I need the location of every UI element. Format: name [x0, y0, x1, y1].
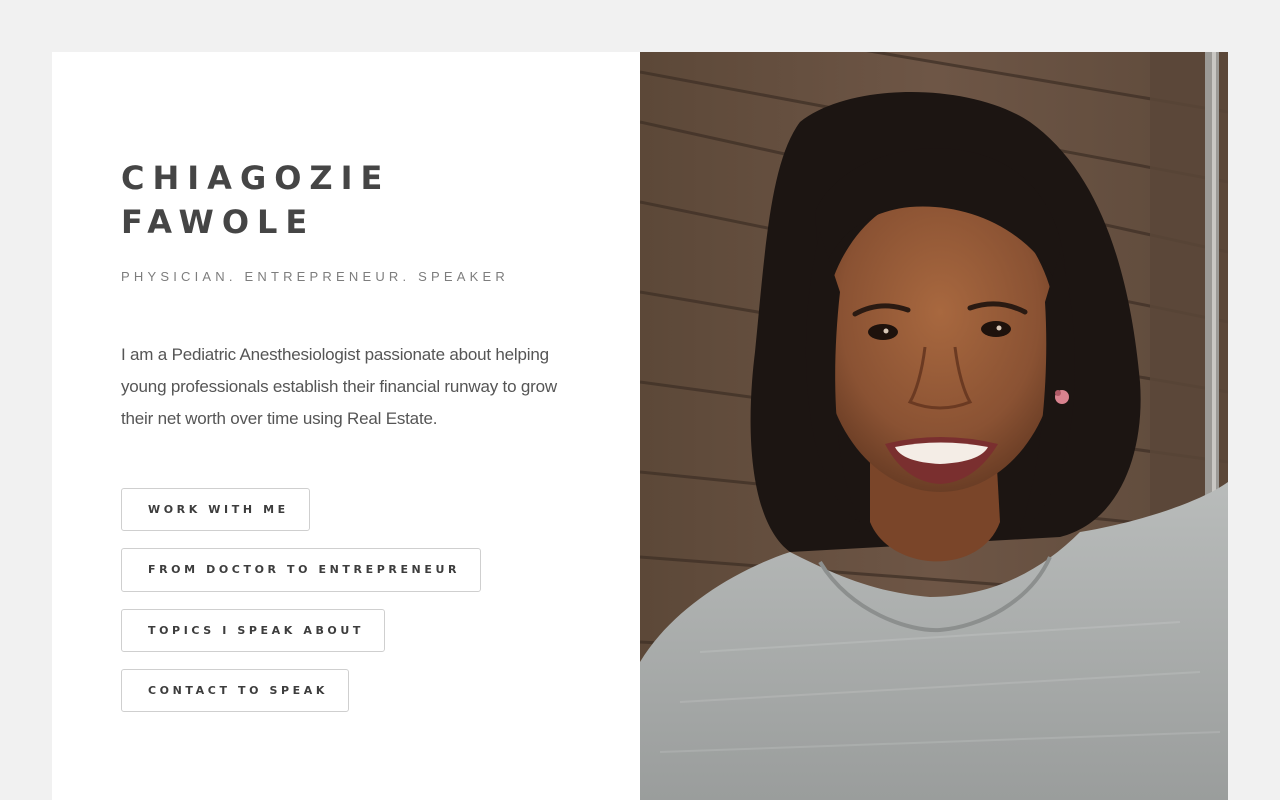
- portrait-panel: [640, 52, 1228, 800]
- profile-name: CHIAGOZIE FAWOLE: [121, 159, 391, 241]
- profile-tagline: PHYSICIAN. ENTREPRENEUR. SPEAKER: [121, 269, 509, 284]
- hero-card: CHIAGOZIE FAWOLE PHYSICIAN. ENTREPRENEUR…: [52, 52, 1228, 800]
- profile-bio: I am a Pediatric Anesthesiologist passio…: [121, 345, 557, 428]
- doctor-to-entrepreneur-button[interactable]: FROM DOCTOR TO ENTREPRENEUR: [121, 548, 482, 592]
- topics-button[interactable]: TOPICS I SPEAK ABOUT: [121, 609, 386, 652]
- contact-to-speak-button[interactable]: CONTACT TO SPEAK: [121, 669, 350, 712]
- intro-panel: CHIAGOZIE FAWOLE PHYSICIAN. ENTREPRENEUR…: [52, 52, 640, 800]
- work-with-me-button[interactable]: WORK WITH ME: [121, 488, 310, 531]
- portrait-photo: [640, 52, 1228, 800]
- action-buttons: WORK WITH ME FROM DOCTOR TO ENTREPRENEUR…: [121, 488, 640, 712]
